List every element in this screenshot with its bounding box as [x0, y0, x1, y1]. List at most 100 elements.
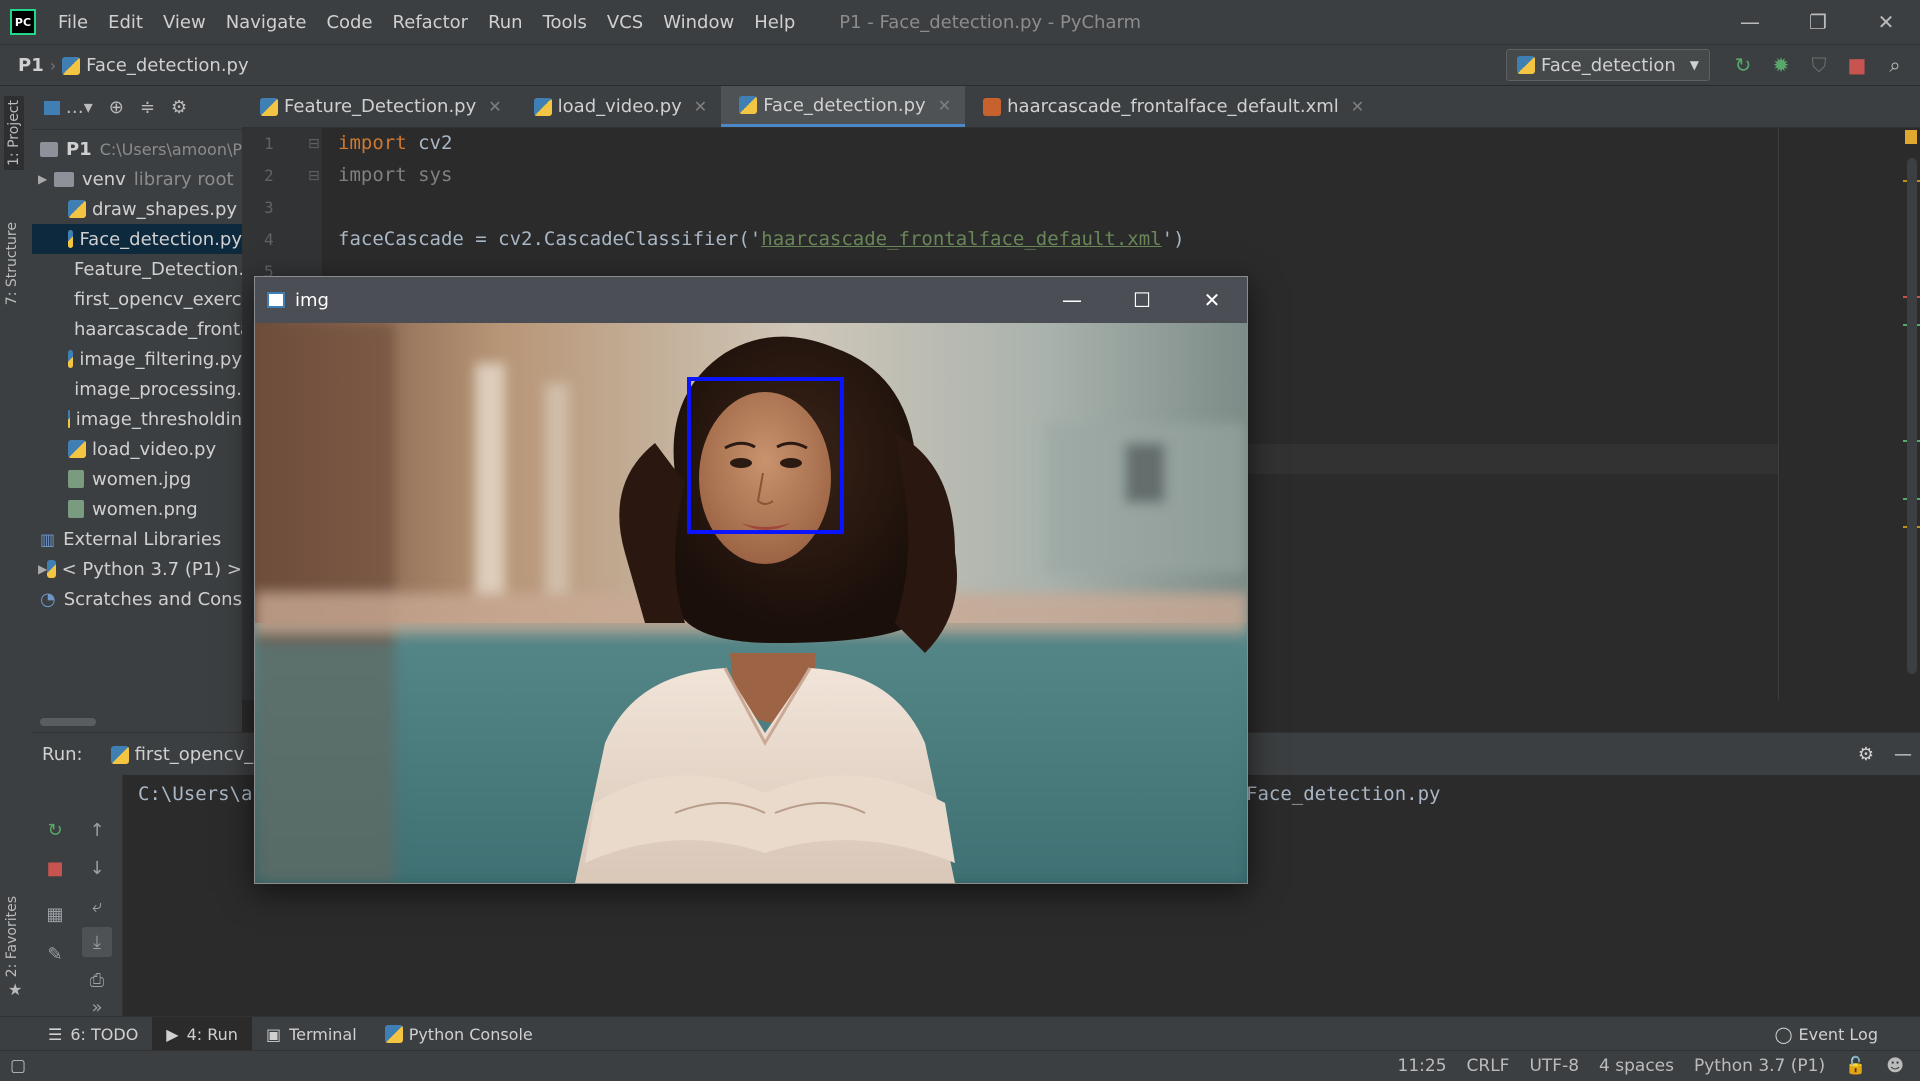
window-close-button[interactable]: ✕	[1852, 0, 1920, 44]
python-file-icon	[68, 200, 86, 218]
tab-label: 4: Run	[187, 1025, 238, 1044]
tree-file[interactable]: women.png	[32, 494, 242, 524]
menu-tools[interactable]: Tools	[533, 12, 597, 33]
run-settings-button[interactable]: ⚙	[1858, 744, 1874, 765]
pin-tab-button[interactable]: ✎	[40, 939, 70, 969]
tree-file[interactable]: image_processing.	[32, 374, 242, 404]
breadcrumb-project[interactable]: P1	[18, 55, 44, 76]
tab-terminal[interactable]: ▣Terminal	[252, 1017, 371, 1051]
editor-tabs: Feature_Detection.py✕ load_video.py✕ Fac…	[242, 86, 1920, 128]
editor-vertical-scrollbar[interactable]	[1907, 158, 1917, 674]
favorites-tool-tab[interactable]: 2: Favorites	[4, 896, 20, 977]
project-horizontal-scrollbar[interactable]	[40, 718, 96, 726]
collapse-all-button[interactable]: ≑	[140, 97, 155, 118]
stop-button[interactable]: ■	[1838, 46, 1876, 84]
scroll-to-end-button[interactable]: ⤓	[82, 927, 112, 957]
menu-edit[interactable]: Edit	[98, 12, 153, 33]
breadcrumb-file-label: Face_detection.py	[86, 55, 249, 76]
scroll-up-button[interactable]: ↑	[82, 815, 112, 845]
project-settings-button[interactable]: ⚙	[171, 97, 187, 118]
tree-venv[interactable]: ▶ venv library root	[32, 164, 242, 194]
line-separator[interactable]: CRLF	[1467, 1056, 1510, 1076]
image-window-close-button[interactable]: ✕	[1177, 277, 1247, 323]
indent-setting[interactable]: 4 spaces	[1599, 1056, 1674, 1076]
run-config-tab[interactable]: first_opencv_ex	[111, 744, 275, 765]
tab-event-log[interactable]: ◯Event Log	[1761, 1017, 1892, 1051]
close-icon[interactable]: ✕	[694, 97, 707, 116]
tree-file[interactable]: Feature_Detection.	[32, 254, 242, 284]
window-minimize-button[interactable]: —	[1716, 0, 1784, 44]
tab-python-console[interactable]: Python Console	[371, 1017, 547, 1051]
print-button[interactable]: ⎙	[82, 965, 112, 995]
run-hide-button[interactable]: —	[1894, 744, 1912, 765]
menu-view[interactable]: View	[153, 12, 216, 33]
python-file-icon	[534, 98, 552, 116]
python-file-icon	[68, 230, 73, 248]
breadcrumb-file[interactable]: Face_detection.py	[62, 55, 249, 76]
tree-file[interactable]: load_video.py	[32, 434, 242, 464]
python-file-icon	[68, 440, 86, 458]
tree-python-sdk[interactable]: ▶< Python 3.7 (P1) >	[32, 554, 242, 584]
soft-wrap-button[interactable]: ⤶	[82, 891, 112, 921]
menu-file[interactable]: File	[48, 12, 98, 33]
tab-todo[interactable]: ☰6: TODO	[34, 1017, 152, 1051]
tree-file[interactable]: draw_shapes.py	[32, 194, 242, 224]
menu-navigate[interactable]: Navigate	[216, 12, 317, 33]
tree-scratches[interactable]: ◔Scratches and Console	[32, 584, 242, 614]
tree-file[interactable]: image_filtering.py	[32, 344, 242, 374]
tree-file[interactable]: image_thresholdin	[32, 404, 242, 434]
coverage-button[interactable]: ⛉	[1800, 46, 1838, 84]
close-icon[interactable]: ✕	[488, 97, 501, 116]
rerun-button[interactable]: ↻	[40, 815, 70, 845]
locate-file-button[interactable]: ⊕	[109, 97, 124, 118]
scroll-down-button[interactable]: ↓	[82, 853, 112, 883]
file-encoding[interactable]: UTF-8	[1529, 1056, 1579, 1076]
stop-button[interactable]: ■	[40, 853, 70, 883]
tree-venv-label: venv	[82, 169, 126, 190]
menu-run[interactable]: Run	[478, 12, 533, 33]
layout-button[interactable]: ▦	[40, 899, 70, 929]
menu-code[interactable]: Code	[316, 12, 382, 33]
window-restore-button[interactable]: ❐	[1784, 0, 1852, 44]
run-configuration-select[interactable]: Face_detection ▼	[1506, 49, 1710, 81]
close-icon[interactable]: ✕	[938, 96, 951, 115]
toggle-tool-windows-button[interactable]: ▢	[10, 1056, 26, 1076]
structure-tool-tab[interactable]: 7: Structure	[4, 222, 20, 305]
tree-external-libraries[interactable]: ▥External Libraries	[32, 524, 242, 554]
opencv-image-window[interactable]: img — ☐ ✕	[254, 276, 1248, 884]
warning-indicator-icon[interactable]	[1905, 130, 1917, 144]
close-icon[interactable]: ✕	[1351, 97, 1364, 116]
menu-vcs[interactable]: VCS	[597, 12, 653, 33]
tree-root[interactable]: P1 C:\Users\amoon\P	[32, 134, 242, 164]
rerun-button[interactable]: ↻	[1724, 46, 1762, 84]
more-actions-button[interactable]: »	[82, 997, 112, 1017]
close-icon: ✕	[1878, 10, 1895, 34]
fold-icon[interactable]: ⊟	[308, 168, 320, 184]
inspector-icon[interactable]: ☻	[1886, 1056, 1904, 1076]
image-window-titlebar[interactable]: img — ☐ ✕	[255, 277, 1247, 323]
tab-haarcascade-xml[interactable]: haarcascade_frontalface_default.xml✕	[965, 86, 1378, 127]
debug-button[interactable]: ✹	[1762, 46, 1800, 84]
tree-file[interactable]: haarcascade_fronta	[32, 314, 242, 344]
menu-help[interactable]: Help	[744, 12, 805, 33]
menu-window[interactable]: Window	[653, 12, 744, 33]
project-view-select[interactable]: …▾	[44, 97, 93, 118]
tab-load-video[interactable]: load_video.py✕	[516, 86, 722, 127]
image-window-maximize-button[interactable]: ☐	[1107, 277, 1177, 323]
lock-icon[interactable]: 🔓	[1845, 1056, 1866, 1076]
tree-file-selected[interactable]: Face_detection.py	[32, 224, 242, 254]
image-window-minimize-button[interactable]: —	[1037, 277, 1107, 323]
tree-file-label: image_filtering.py	[79, 349, 242, 370]
project-tool-tab[interactable]: 1: Project	[4, 96, 24, 170]
menu-refactor[interactable]: Refactor	[383, 12, 479, 33]
tab-face-detection[interactable]: Face_detection.py✕	[721, 86, 965, 127]
tab-run[interactable]: ▶4: Run	[152, 1017, 252, 1051]
tree-file-label: first_opencv_exerci	[74, 289, 242, 310]
fold-icon[interactable]: ⊟	[308, 136, 320, 152]
search-everywhere-button[interactable]: ⌕	[1876, 46, 1914, 84]
caret-position[interactable]: 11:25	[1398, 1056, 1447, 1076]
tab-feature-detection[interactable]: Feature_Detection.py✕	[242, 86, 516, 127]
tree-file[interactable]: first_opencv_exerci	[32, 284, 242, 314]
tree-file[interactable]: women.jpg	[32, 464, 242, 494]
interpreter-setting[interactable]: Python 3.7 (P1)	[1694, 1056, 1825, 1076]
